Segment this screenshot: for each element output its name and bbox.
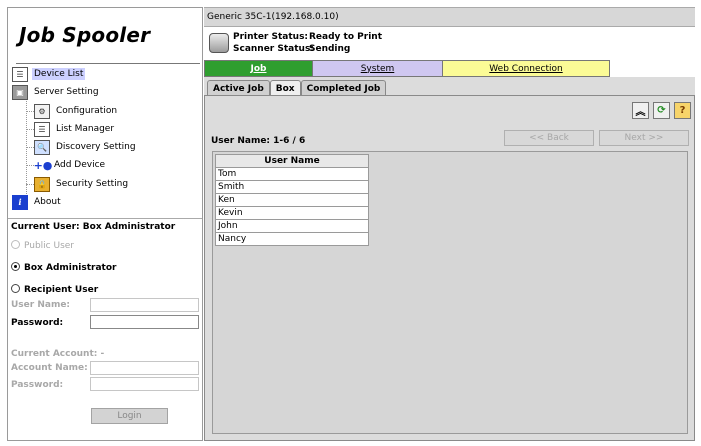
- current-user-label: Current User: Box Administrator: [11, 222, 176, 232]
- nav-device-list[interactable]: ☰ Device List: [12, 66, 86, 82]
- recipient-user-label: Recipient User: [24, 285, 99, 295]
- user-list-frame: User Name Tom Smith Ken Kevin John Nancy: [212, 151, 688, 434]
- user-name-cell[interactable]: Nancy: [215, 232, 369, 246]
- double-chevron-up-icon: ︽: [635, 107, 646, 118]
- add-device-icon: +●: [33, 158, 53, 172]
- tab-web-connection[interactable]: Web Connection: [443, 60, 610, 77]
- scanner-status-label: Scanner Status:: [233, 44, 314, 54]
- account-name-label: Account Name:: [11, 363, 88, 373]
- user-name-input[interactable]: [90, 298, 199, 312]
- table-row[interactable]: Kevin: [215, 206, 369, 220]
- public-user-option[interactable]: Public User: [11, 240, 74, 251]
- box-content: ︽ ⟳ ? User Name: 1-6 / 6 << Back Next >>…: [204, 95, 695, 441]
- panel-divider: [8, 218, 202, 219]
- current-account-label: Current Account: -: [11, 349, 105, 359]
- table-row[interactable]: Nancy: [215, 232, 369, 246]
- tree-line: [26, 129, 34, 130]
- table-row[interactable]: John: [215, 219, 369, 233]
- help-button[interactable]: ?: [674, 102, 691, 119]
- login-button[interactable]: Login: [91, 408, 168, 424]
- table-row[interactable]: Ken: [215, 193, 369, 207]
- tree-line: [26, 184, 34, 185]
- nav-device-list-label: Device List: [32, 68, 86, 80]
- navigation-panel: Job Spooler ☰ Device List ▣ Server Setti…: [7, 7, 203, 441]
- tab-system[interactable]: System: [313, 60, 443, 77]
- account-password-input[interactable]: [90, 377, 199, 391]
- nav-server-setting-label: Server Setting: [34, 87, 99, 97]
- title-divider: [16, 63, 200, 64]
- main-panel: Generic 35C-1(192.168.0.10) Printer Stat…: [204, 7, 695, 441]
- discovery-icon: 🔍: [34, 139, 50, 155]
- user-name-label: User Name:: [11, 300, 71, 310]
- scroll-top-button[interactable]: ︽: [632, 102, 649, 119]
- status-area: Printer Status: Ready to Print Scanner S…: [204, 27, 695, 63]
- scanner-status-value: Sending: [309, 44, 351, 54]
- back-button[interactable]: << Back: [504, 130, 594, 146]
- recipient-user-radio[interactable]: [11, 284, 20, 293]
- nav-discovery-setting-label: Discovery Setting: [56, 142, 136, 152]
- info-icon: i: [12, 194, 28, 210]
- nav-list-manager-label: List Manager: [56, 124, 115, 134]
- list-manager-icon: ☰: [34, 121, 50, 137]
- public-user-label: Public User: [24, 241, 75, 251]
- user-count: User Name: 1-6 / 6: [211, 136, 306, 146]
- app-title: Job Spooler: [19, 23, 151, 47]
- user-name-cell[interactable]: Kevin: [215, 206, 369, 220]
- user-name-column-header: User Name: [215, 154, 369, 168]
- nav-add-device-label: Add Device: [54, 160, 106, 170]
- user-name-cell[interactable]: Tom: [215, 167, 369, 181]
- nav-security-setting[interactable]: 🔒 Security Setting: [34, 176, 130, 192]
- next-button[interactable]: Next >>: [599, 130, 689, 146]
- user-table: User Name Tom Smith Ken Kevin John Nancy: [215, 154, 369, 246]
- nav-security-setting-label: Security Setting: [56, 179, 129, 189]
- account-name-input[interactable]: [90, 361, 199, 375]
- user-name-cell[interactable]: Ken: [215, 193, 369, 207]
- lock-icon: 🔒: [34, 176, 50, 192]
- sub-tabs-bar: Active Job Box Completed Job: [204, 77, 695, 97]
- printer-icon: [209, 33, 229, 53]
- tree-line: [26, 111, 34, 112]
- main-tabs: Job System Web Connection: [204, 60, 610, 77]
- nav-discovery-setting[interactable]: 🔍 Discovery Setting: [34, 139, 138, 155]
- nav-about[interactable]: i About: [12, 194, 63, 210]
- help-icon: ?: [679, 105, 686, 116]
- user-name-cell[interactable]: John: [215, 219, 369, 233]
- recipient-user-option[interactable]: Recipient User: [11, 284, 98, 295]
- nav-server-setting[interactable]: ▣ Server Setting: [12, 84, 101, 100]
- account-password-label: Password:: [11, 380, 64, 390]
- table-row[interactable]: Tom: [215, 167, 369, 181]
- box-administrator-label: Box Administrator: [24, 263, 117, 273]
- user-name-cell[interactable]: Smith: [215, 180, 369, 194]
- password-input[interactable]: [90, 315, 199, 329]
- box-administrator-option[interactable]: Box Administrator: [11, 262, 116, 273]
- refresh-icon: ⟳: [657, 105, 666, 116]
- password-label: Password:: [11, 318, 64, 328]
- configuration-icon: ⚙: [34, 103, 50, 119]
- table-row[interactable]: Smith: [215, 180, 369, 194]
- printer-status-label: Printer Status:: [233, 32, 309, 42]
- box-administrator-radio[interactable]: [11, 262, 20, 271]
- device-title: Generic 35C-1(192.168.0.10): [204, 7, 695, 27]
- server-icon: ▣: [12, 84, 28, 100]
- nav-configuration[interactable]: ⚙ Configuration: [34, 103, 119, 119]
- nav-configuration-label: Configuration: [56, 106, 118, 116]
- table-header-row: User Name: [215, 154, 369, 168]
- list-icon: ☰: [12, 66, 28, 82]
- tree-line: [26, 147, 34, 148]
- nav-about-label: About: [34, 197, 61, 207]
- tab-job[interactable]: Job: [204, 60, 313, 77]
- public-user-radio[interactable]: [11, 240, 20, 249]
- printer-status-value: Ready to Print: [309, 32, 382, 42]
- nav-list-manager[interactable]: ☰ List Manager: [34, 121, 116, 137]
- refresh-button[interactable]: ⟳: [653, 102, 670, 119]
- nav-add-device[interactable]: +● Add Device: [34, 157, 107, 173]
